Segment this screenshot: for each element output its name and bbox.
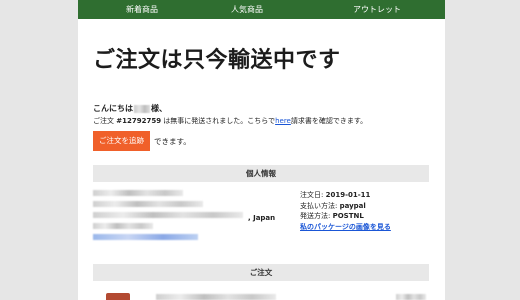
redacted-address-line	[93, 201, 203, 207]
redacted-address-line	[93, 190, 183, 196]
redacted-address-line	[93, 212, 243, 218]
order-date-label: 注文日:	[300, 191, 326, 199]
nav-new-arrivals[interactable]: 新着商品	[126, 4, 158, 15]
order-info: 注文日: 2019-01-11 支払い方法: paypal 発送方法: POST…	[300, 190, 391, 232]
track-row: ご注文を追跡 できます。	[93, 131, 191, 151]
top-nav: 新着商品 人気商品 アウトレット	[78, 0, 445, 19]
photo-row: 私のパッケージの画像を見る	[300, 222, 391, 233]
message-part2: は無事に発送されました。こちらで	[161, 117, 276, 125]
nav-outlet[interactable]: アウトレット	[353, 4, 401, 15]
redacted-email-link	[93, 234, 198, 240]
redacted-product-price	[396, 294, 426, 300]
message-part1: ご注文	[93, 117, 117, 125]
page-title: ご注文は只今輸送中です	[93, 48, 341, 73]
package-photo-link[interactable]: 私のパッケージの画像を見る	[300, 223, 391, 231]
address-country: , Japan	[248, 214, 276, 222]
track-order-button[interactable]: ご注文を追跡	[93, 131, 150, 151]
track-after-text: できます。	[154, 136, 191, 146]
email-body: 新着商品 人気商品 アウトレット ご注文は只今輸送中です こんにちは 様、 ご注文…	[78, 0, 445, 300]
order-number: #12792759	[116, 117, 162, 125]
personal-info-header: 個人情報	[93, 165, 429, 182]
order-date-value: 2019-01-11	[325, 191, 371, 199]
shipment-message: ご注文 #12792759 は無事に発送されました。こちらでhere請求書を確認…	[93, 116, 367, 126]
message-part3: 請求書を確認できます。	[290, 117, 368, 125]
payment-value: paypal	[339, 201, 366, 210]
invoice-link[interactable]: here	[275, 117, 291, 125]
shipping-label: 発送方法:	[300, 212, 333, 220]
order-header: ご注文	[93, 264, 429, 281]
greeting-suffix: 様、	[151, 104, 167, 113]
redacted-address-line	[93, 223, 153, 229]
greeting: こんにちは 様、	[93, 103, 167, 114]
shipping-value: POSTNL	[332, 212, 364, 220]
order-date-row: 注文日: 2019-01-11	[300, 190, 391, 201]
product-thumbnail	[106, 293, 130, 300]
redacted-name	[134, 104, 150, 113]
redacted-product-name	[156, 294, 276, 300]
payment-label: 支払い方法:	[300, 201, 340, 210]
shipping-row: 発送方法: POSTNL	[300, 211, 391, 222]
greeting-prefix: こんにちは	[93, 104, 133, 113]
payment-row: 支払い方法: paypal	[300, 201, 391, 212]
nav-popular[interactable]: 人気商品	[231, 4, 263, 15]
